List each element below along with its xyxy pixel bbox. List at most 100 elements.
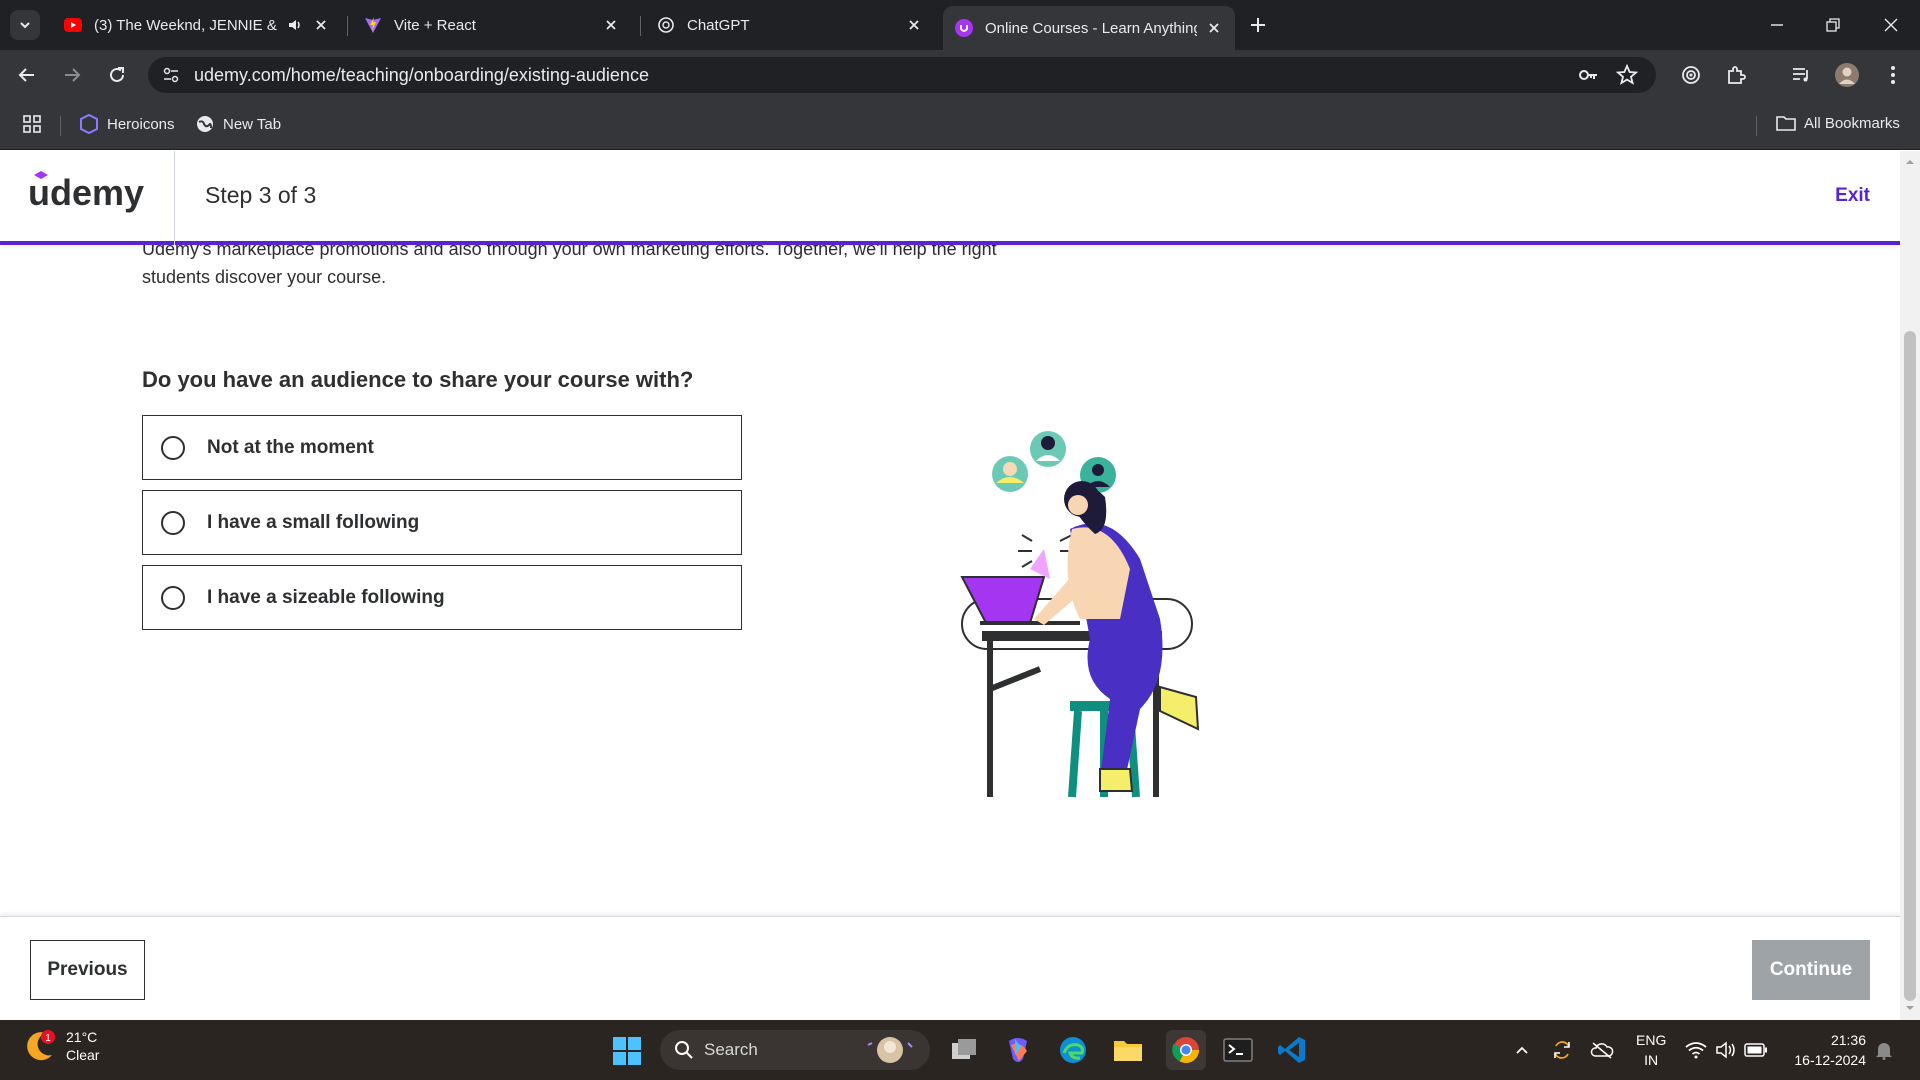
forward-button[interactable]: [59, 62, 85, 88]
volume-icon[interactable]: [1714, 1038, 1738, 1062]
tab-vite[interactable]: Vite + React: [352, 6, 632, 44]
close-icon[interactable]: [1205, 19, 1223, 37]
udemy-icon: [955, 19, 973, 37]
windows-taskbar: 1 21°C Clear Search ENG IN 21:36 16-12-2…: [0, 1020, 1920, 1080]
bookmark-label: New Tab: [223, 115, 282, 133]
weather-widget[interactable]: 1 21°C Clear: [22, 1028, 99, 1064]
option-small-following[interactable]: I have a small following: [142, 490, 742, 555]
moon-weather-icon: 1: [27, 1030, 55, 1061]
site-info-icon[interactable]: [158, 62, 184, 88]
media-queue-icon[interactable]: [1788, 62, 1814, 88]
bookmarks-bar: Heroicons New Tab All Bookmarks: [0, 100, 1920, 150]
notification-count: 1: [45, 1033, 51, 1044]
option-label: I have a small following: [207, 511, 420, 533]
option-label: I have a sizeable following: [207, 586, 445, 608]
kebab-menu-icon[interactable]: [1880, 62, 1906, 88]
browser-tab-strip: (3) The Weeknd, JENNIE & l Vite + React …: [0, 0, 1920, 50]
radio-button[interactable]: [161, 510, 185, 535]
restore-button[interactable]: [1818, 10, 1848, 40]
folder-icon: [1776, 116, 1796, 131]
region-code: IN: [1644, 1052, 1659, 1068]
page-scrollbar[interactable]: [1900, 151, 1920, 1020]
task-view-icon[interactable]: [948, 1034, 980, 1066]
scroll-up-arrow-icon[interactable]: [1905, 157, 1915, 167]
exit-link[interactable]: Exit: [1835, 185, 1870, 207]
tab-title: Online Courses - Learn Anything: [985, 19, 1197, 37]
vscode-icon[interactable]: [1276, 1034, 1308, 1066]
password-key-icon[interactable]: [1575, 62, 1601, 88]
windows-start-icon[interactable]: [612, 1036, 642, 1066]
wifi-icon[interactable]: [1684, 1038, 1708, 1062]
radio-button[interactable]: [161, 435, 185, 460]
bookmark-heroicons[interactable]: Heroicons: [79, 114, 175, 134]
clock-time: 21:36: [1830, 1032, 1866, 1048]
search-icon: [675, 1041, 693, 1059]
language-indicator[interactable]: ENG IN: [1636, 1030, 1666, 1070]
previous-button[interactable]: Previous: [30, 940, 145, 1000]
heroicons-icon: [80, 114, 98, 134]
file-explorer-icon[interactable]: [1112, 1034, 1144, 1066]
tab-chatgpt[interactable]: ChatGPT: [645, 6, 935, 44]
onedrive-offline-icon[interactable]: [1590, 1038, 1614, 1062]
bookmark-new-tab[interactable]: New Tab: [195, 114, 281, 134]
all-bookmarks-button[interactable]: All Bookmarks: [1776, 114, 1900, 132]
tab-udemy-active[interactable]: Online Courses - Learn Anything: [943, 6, 1235, 50]
extensions-puzzle-icon[interactable]: [1723, 62, 1749, 88]
arrow-left-icon: [18, 68, 34, 82]
terminal-icon[interactable]: [1222, 1034, 1254, 1066]
reload-icon: [110, 67, 124, 82]
restore-icon: [1826, 18, 1840, 32]
tab-search-button[interactable]: [10, 10, 40, 40]
address-bar[interactable]: udemy.com/home/teaching/onboarding/exist…: [148, 57, 1656, 93]
bookmark-label: Heroicons: [107, 115, 175, 133]
close-icon[interactable]: [905, 16, 923, 34]
tab-separator: [347, 16, 348, 36]
sync-icon[interactable]: [1550, 1038, 1574, 1062]
close-icon[interactable]: [602, 16, 620, 34]
browser-toolbar: udemy.com/home/teaching/onboarding/exist…: [0, 50, 1920, 100]
speaker-icon[interactable]: [286, 16, 304, 34]
battery-icon[interactable]: [1744, 1038, 1768, 1062]
chatgpt-icon: [657, 16, 675, 34]
udemy-logo[interactable]: udemy: [28, 169, 148, 219]
continue-button[interactable]: Continue: [1752, 940, 1870, 1000]
tab-title: Vite + React: [394, 16, 476, 34]
url-text[interactable]: udemy.com/home/teaching/onboarding/exist…: [194, 65, 649, 86]
audience-illustration: [960, 431, 1200, 798]
profile-avatar-icon[interactable]: [1834, 62, 1860, 88]
udemy-page: udemy Step 3 of 3 Exit Udemy's marketpla…: [0, 151, 1900, 1020]
taskbar-search[interactable]: Search: [660, 1030, 930, 1070]
bookmark-star-icon[interactable]: [1614, 62, 1640, 88]
option-not-at-the-moment[interactable]: Not at the moment: [142, 415, 742, 480]
weather-desc: Clear: [66, 1047, 100, 1063]
vite-icon: [364, 16, 382, 34]
back-button[interactable]: [14, 62, 40, 88]
apps-grid-icon[interactable]: [22, 114, 50, 134]
chevron-up-icon[interactable]: [1510, 1038, 1534, 1062]
new-tab-button[interactable]: [1246, 13, 1270, 37]
reload-button[interactable]: [104, 62, 130, 88]
tab-youtube[interactable]: (3) The Weeknd, JENNIE & l: [52, 6, 342, 44]
notification-bell-icon[interactable]: [1872, 1038, 1896, 1062]
clock-date: 16-12-2024: [1794, 1052, 1866, 1068]
chevron-down-icon: [20, 22, 30, 29]
extension-target-icon[interactable]: [1678, 62, 1704, 88]
bookmarks-separator: [1756, 116, 1757, 136]
close-icon[interactable]: [312, 16, 330, 34]
system-clock[interactable]: 21:36 16-12-2024: [1786, 1030, 1866, 1070]
search-highlight-icon: [867, 1037, 913, 1063]
chrome-taskbar-icon[interactable]: [1166, 1030, 1206, 1070]
edge-browser-icon[interactable]: [1057, 1034, 1089, 1066]
radio-button[interactable]: [161, 585, 185, 610]
globe-icon: [197, 116, 213, 132]
plus-icon: [1251, 18, 1265, 32]
copilot-icon[interactable]: [1002, 1034, 1034, 1066]
close-window-button[interactable]: [1876, 10, 1906, 40]
minimize-button[interactable]: [1762, 10, 1792, 40]
scroll-down-arrow-icon[interactable]: [1905, 1003, 1915, 1013]
option-sizeable-following[interactable]: I have a sizeable following: [142, 565, 742, 630]
page-header: udemy Step 3 of 3 Exit: [0, 151, 1900, 245]
minimize-icon: [1771, 24, 1783, 26]
option-label: Not at the moment: [207, 436, 374, 458]
scrollbar-thumb[interactable]: [1904, 331, 1916, 1001]
